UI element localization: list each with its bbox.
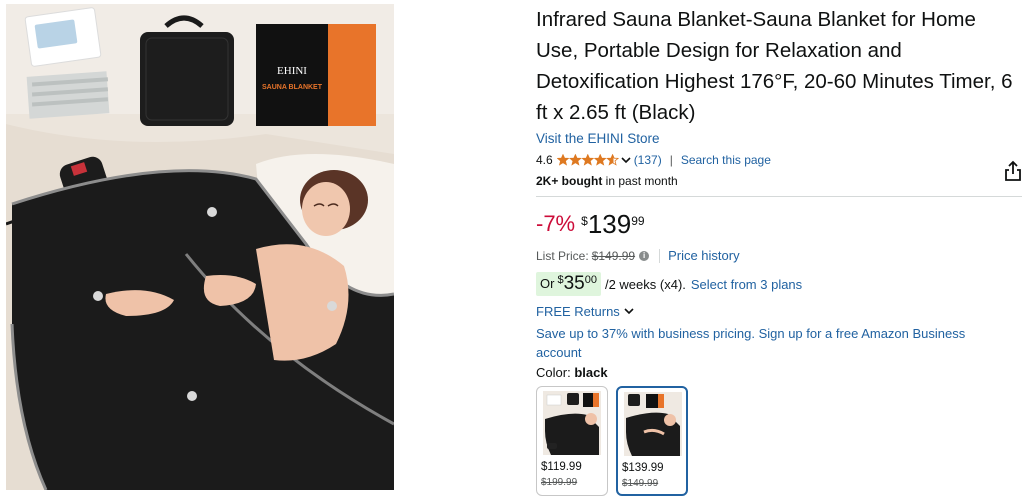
chevron-down-icon[interactable] (621, 153, 631, 167)
chevron-down-icon (624, 308, 634, 315)
star-icon (605, 154, 619, 166)
box-label-text: SAUNA BLANKET (262, 84, 323, 91)
swatch-list-price: $149.99 (622, 478, 659, 489)
color-label: Color: (536, 365, 571, 380)
discount-percent: -7% (536, 211, 576, 236)
list-price-value: $149.99 (591, 249, 636, 263)
swatch-option[interactable]: $119.99 $199.99 (536, 386, 608, 496)
info-icon[interactable]: i (639, 251, 650, 261)
installment-plan-row: Or $ 35 00 /2 weeks (x4). Select from 3 … (536, 272, 1022, 296)
free-returns-label: FREE Returns (536, 303, 620, 319)
star-rating-icon[interactable] (556, 154, 619, 166)
plan-whole: 35 (563, 273, 585, 294)
list-price-label: List Price: (536, 249, 589, 263)
product-main-image[interactable]: EHINI SAUNA BLANKET (6, 4, 394, 490)
product-title: Infrared Sauna Blanket-Sauna Blanket for… (536, 8, 1013, 124)
installment-badge: Or $ 35 00 (536, 272, 601, 296)
business-pricing-link[interactable]: Save up to 37% with business pricing. Si… (536, 324, 1006, 362)
plan-terms: /2 weeks (x4). (604, 276, 686, 292)
price-whole: 139 (587, 209, 632, 239)
bought-strong: 2K+ bought (536, 174, 603, 188)
star-icon (593, 154, 607, 166)
search-this-page-link[interactable]: Search this page (681, 153, 771, 167)
store-link[interactable]: Visit the EHINI Store (536, 130, 1022, 148)
swatch-price: $139.99 (622, 462, 664, 474)
price-fraction: 99 (631, 214, 645, 228)
share-icon[interactable] (1004, 160, 1022, 182)
color-swatches: $119.99 $199.99 $139.99 $149.99 (536, 386, 1022, 496)
list-price-row: List Price: $149.99 i Price history (536, 248, 1022, 264)
ratings-count-link[interactable]: (137) (634, 153, 662, 167)
swatch-thumbnail (543, 391, 601, 455)
swatch-thumbnail (624, 392, 682, 456)
or-label: Or (540, 276, 555, 291)
swatch-list-price: $199.99 (541, 477, 578, 488)
color-selection-label: Color: black (536, 364, 1022, 382)
plan-fraction: 00 (584, 274, 597, 286)
bought-rest: in past month (605, 174, 678, 188)
rating-value: 4.6 (536, 153, 553, 167)
free-returns-link[interactable]: FREE Returns (536, 302, 1022, 320)
select-plans-link[interactable]: Select from 3 plans (691, 277, 802, 292)
rating-row: 4.6 (137) | Search this page (536, 151, 1022, 169)
swatch-price: $119.99 (541, 461, 582, 473)
color-value: black (574, 365, 608, 380)
star-icon (568, 154, 582, 166)
star-icon (556, 154, 570, 166)
bought-count: 2K+ bought in past month (536, 173, 1022, 189)
swatch-option-selected[interactable]: $139.99 $149.99 (616, 386, 688, 496)
separator: | (669, 153, 673, 167)
price-currency: $ (581, 214, 588, 228)
product-info-panel: Infrared Sauna Blanket-Sauna Blanket for… (536, 4, 1022, 496)
price-history-link[interactable]: Price history (668, 248, 740, 264)
star-icon (581, 154, 594, 166)
price-block: -7% $ 139 99 (536, 210, 1022, 240)
box-brand-text: EHINI (277, 65, 307, 77)
separator (659, 249, 661, 263)
divider (536, 196, 1022, 197)
